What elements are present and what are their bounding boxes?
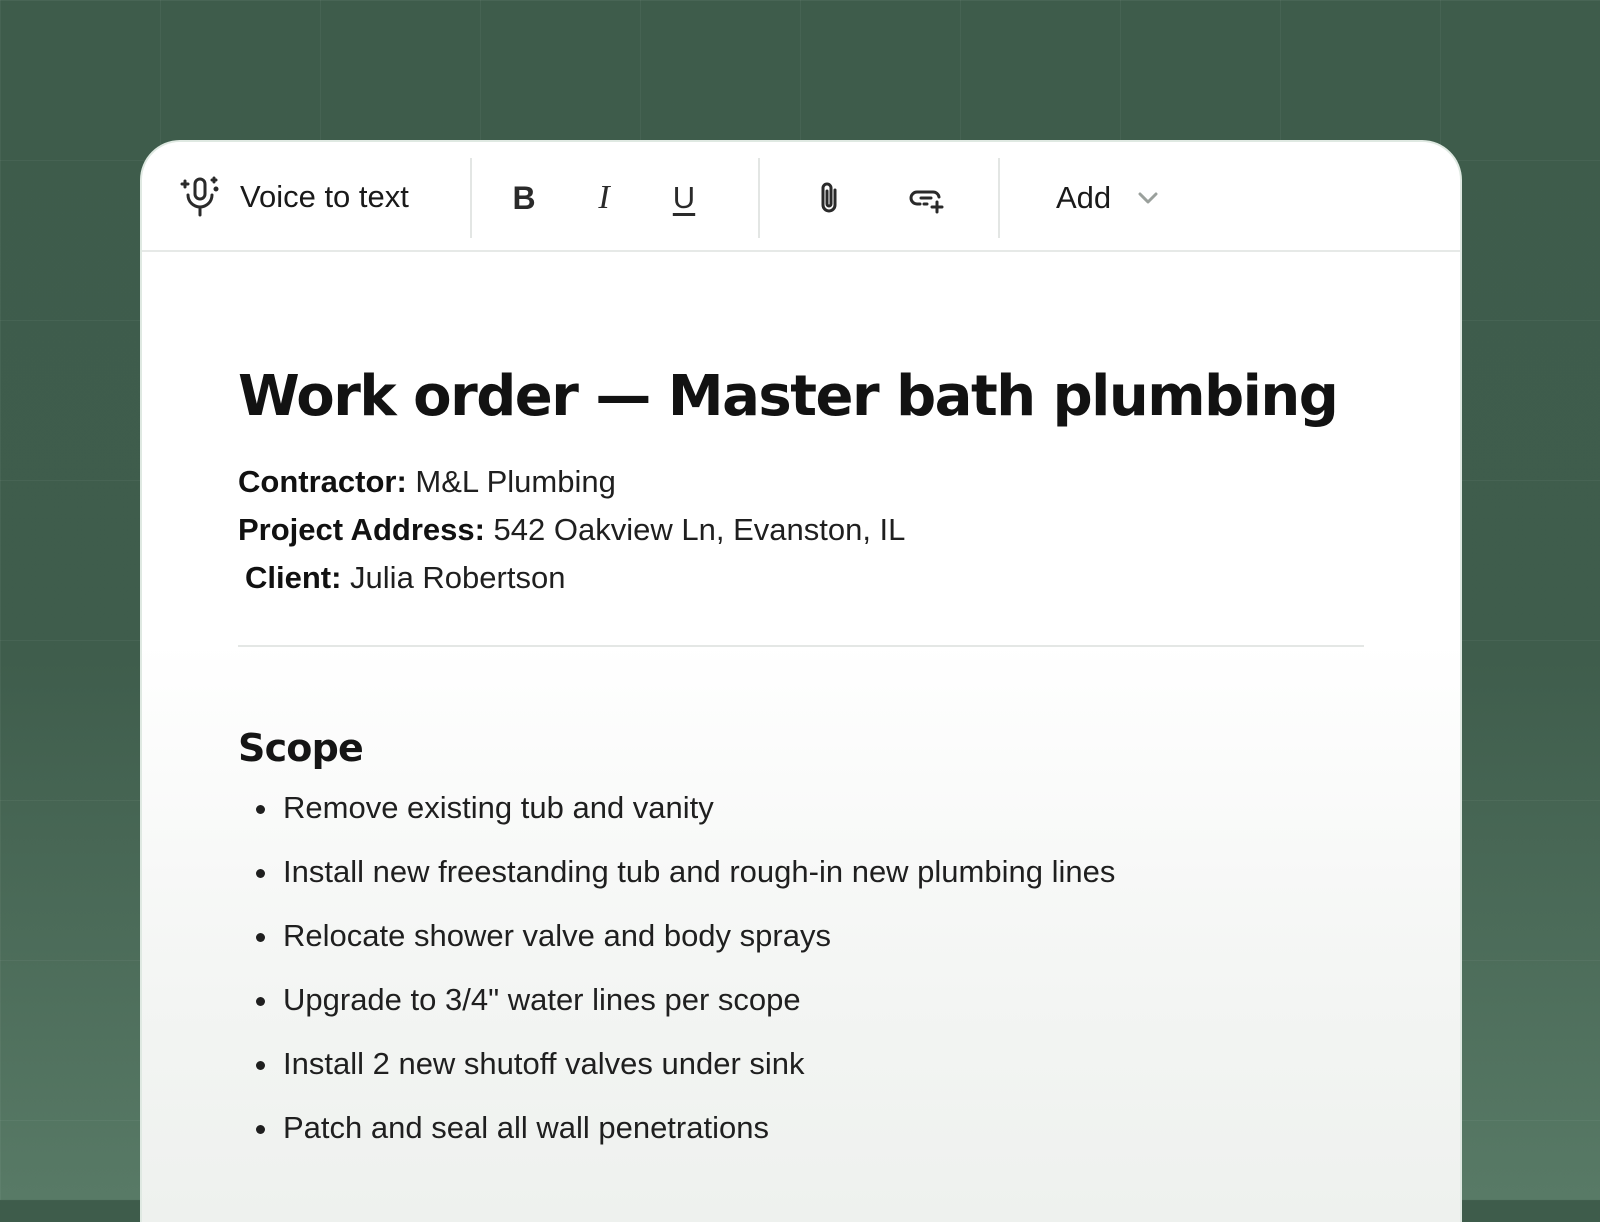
chevron-down-icon: [1138, 192, 1158, 204]
mic-sparkle-icon: [180, 176, 219, 217]
scope-list: Remove existing tub and vanity Install n…: [238, 790, 1115, 1174]
editor-toolbar: Voice to text B I U Add: [142, 142, 1460, 252]
underline-button[interactable]: U: [658, 172, 710, 224]
scope-list-item: Upgrade to 3/4" water lines per scope: [238, 982, 1115, 1046]
toolbar-divider: [470, 158, 472, 238]
scope-list-item: Relocate shower valve and body sprays: [238, 918, 1115, 982]
client-label: Client:: [245, 560, 342, 595]
project-address-label: Project Address:: [238, 512, 485, 547]
scope-heading: Scope: [238, 726, 364, 770]
client-line: Client: Julia Robertson: [245, 560, 565, 596]
scope-list-item: Remove existing tub and vanity: [238, 790, 1115, 854]
horizontal-divider: [238, 645, 1364, 647]
toolbar-divider: [998, 158, 1000, 238]
paperclip-icon: [821, 182, 837, 213]
scope-list-item: Install new freestanding tub and rough-i…: [238, 854, 1115, 918]
add-link-icon: [909, 190, 944, 214]
editor-card: Voice to text B I U Add Work order — Mas…: [142, 142, 1460, 1222]
insert-link-button[interactable]: [900, 172, 952, 224]
bold-button[interactable]: B: [498, 172, 550, 224]
scope-list-item: Patch and seal all wall penetrations: [238, 1110, 1115, 1174]
attach-file-button[interactable]: [804, 172, 856, 224]
document-title: Work order — Master bath plumbing: [238, 364, 1339, 429]
voice-to-text-button[interactable]: Voice to text: [178, 170, 409, 224]
scope-list-item: Install 2 new shutoff valves under sink: [238, 1046, 1115, 1110]
contractor-label: Contractor:: [238, 464, 407, 499]
add-dropdown-button[interactable]: Add: [1056, 172, 1161, 224]
contractor-value: M&L Plumbing: [406, 464, 616, 499]
italic-icon: I: [598, 179, 610, 216]
underline-icon: U: [672, 180, 696, 215]
add-label: Add: [1056, 180, 1112, 215]
toolbar-divider: [758, 158, 760, 238]
project-address-value: 542 Oakview Ln, Evanston, IL: [484, 512, 906, 547]
voice-to-text-label: Voice to text: [240, 179, 409, 214]
project-address-line: Project Address: 542 Oakview Ln, Evansto…: [238, 512, 905, 548]
italic-button[interactable]: I: [578, 172, 630, 224]
contractor-line: Contractor: M&L Plumbing: [238, 464, 616, 500]
bold-icon: B: [512, 179, 536, 216]
client-value: Julia Robertson: [341, 560, 566, 595]
